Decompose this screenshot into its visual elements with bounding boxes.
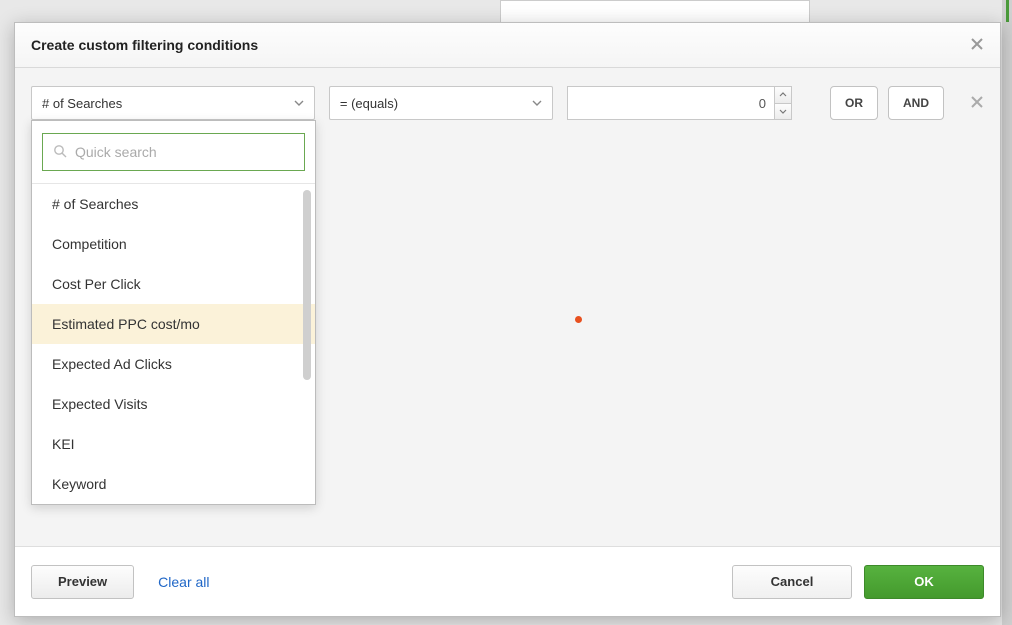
value-field-wrap [567,86,792,120]
spinner-up-icon[interactable] [774,86,792,103]
ok-button[interactable]: OK [864,565,984,599]
background-field [500,0,810,24]
search-icon [53,144,67,161]
background-scrollbar [1002,0,1012,625]
field-select-value: # of Searches [42,96,122,111]
operator-select[interactable]: = (equals) [329,86,553,120]
cursor-marker-icon [575,316,582,323]
dialog-body: # of Searches = (equals) [15,68,1000,546]
search-input[interactable] [75,144,294,160]
cancel-button[interactable]: Cancel [732,565,852,599]
dialog-title: Create custom filtering conditions [31,37,258,53]
condition-row: # of Searches = (equals) [31,86,984,120]
preview-button[interactable]: Preview [31,565,134,599]
spinner-down-icon[interactable] [774,103,792,121]
field-select[interactable]: # of Searches [31,86,315,120]
remove-row-icon[interactable] [970,93,984,114]
chevron-down-icon [294,97,304,109]
dropdown-option[interactable]: # of Searches [32,184,315,224]
dropdown-options-list[interactable]: # of SearchesCompetitionCost Per ClickEs… [32,184,315,504]
or-button[interactable]: OR [830,86,878,120]
footer-left: Preview Clear all [31,565,210,599]
filter-dialog: Create custom filtering conditions # of … [14,22,1001,617]
dialog-header: Create custom filtering conditions [15,23,1000,68]
dropdown-scrollbar[interactable] [303,190,311,380]
dialog-footer: Preview Clear all Cancel OK [15,546,1000,616]
dropdown-option[interactable]: Competition [32,224,315,264]
logic-buttons: OR AND [830,86,944,120]
dropdown-search-wrap [32,121,315,184]
dropdown-option[interactable]: Expected Ad Clicks [32,344,315,384]
field-dropdown-panel: # of SearchesCompetitionCost Per ClickEs… [31,120,316,505]
footer-right: Cancel OK [732,565,984,599]
dropdown-option[interactable]: Keyword [32,464,315,504]
close-icon[interactable] [970,36,984,54]
dropdown-option[interactable]: Estimated PPC cost/mo [32,304,315,344]
dropdown-option[interactable]: Cost Per Click [32,264,315,304]
dropdown-option[interactable]: Expected Visits [32,384,315,424]
value-spinner [774,86,792,120]
operator-select-value: = (equals) [340,96,398,111]
background-accent [1006,0,1009,22]
chevron-down-icon [532,97,542,109]
dropdown-search-box[interactable] [42,133,305,171]
clear-all-link[interactable]: Clear all [158,574,209,590]
dropdown-option[interactable]: KEI [32,424,315,464]
and-button[interactable]: AND [888,86,944,120]
value-input[interactable] [567,86,774,120]
